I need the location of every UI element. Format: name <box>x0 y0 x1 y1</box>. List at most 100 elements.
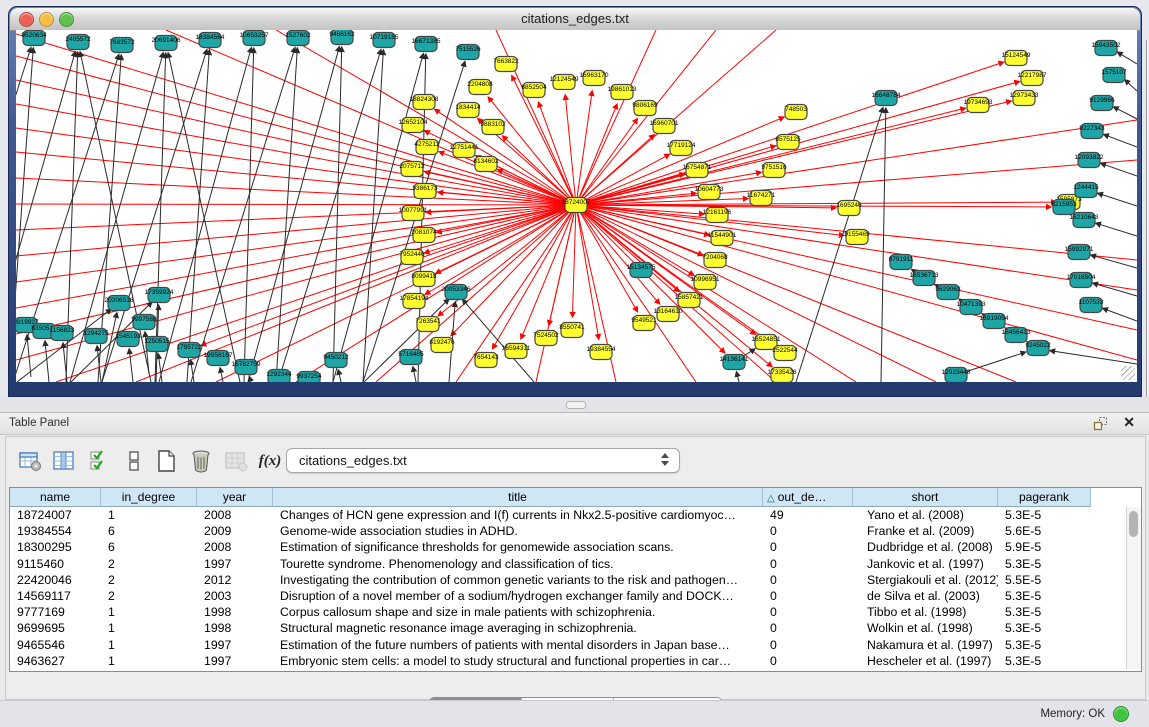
table-cell: 9115460 <box>10 556 101 572</box>
graph-node-label: 1294275 <box>83 330 109 337</box>
row-height-icon[interactable] <box>120 447 148 475</box>
table-row[interactable]: 946362711997Embryonic stem cells: a mode… <box>10 653 1120 669</box>
black-edge <box>102 313 117 382</box>
network-window-titlebar[interactable]: citations_edges.txt <box>10 8 1140 31</box>
column-header-year[interactable]: year <box>197 488 273 507</box>
table-row[interactable]: 946554611997Estimation of the future num… <box>10 637 1120 653</box>
graph-node-label: 9937254 <box>296 373 322 380</box>
table-cell: 5.3E-5 <box>998 556 1091 572</box>
table-row[interactable]: 1456911722003Disruption of a novel membe… <box>10 588 1120 604</box>
table-cell: de Silva et al. (2003) <box>853 588 998 604</box>
graph-node-label: 15124549 <box>1002 52 1031 59</box>
graph-node-label: 7204068 <box>702 254 728 261</box>
table-row[interactable]: 911546021997Tourette syndrome. Phenomeno… <box>10 556 1120 572</box>
column-header-out_de[interactable]: △out_de… <box>763 488 853 507</box>
black-edge <box>1096 223 1137 236</box>
table-cell: Investigating the contribution of common… <box>273 572 763 588</box>
table-cell: 5.5E-5 <box>998 572 1091 588</box>
graph-node-label: 1250515 <box>144 338 170 345</box>
table-cell: 18724007 <box>10 507 101 523</box>
column-header-title[interactable]: title <box>273 488 763 507</box>
column-header-pagerank[interactable]: pagerank <box>998 488 1091 507</box>
application-window: citations_edges.txt 95206342405572768357… <box>0 0 1149 727</box>
graph-node-label: 1795722 <box>176 344 202 351</box>
table-row[interactable]: 1872400712008Changes of HCN gene express… <box>10 507 1120 523</box>
close-panel-icon[interactable]: ✕ <box>1123 414 1135 431</box>
black-edge <box>155 53 166 382</box>
horizontal-splitter[interactable] <box>0 397 1149 412</box>
black-edge <box>1103 308 1137 321</box>
select-columns-icon[interactable] <box>50 447 78 475</box>
table-row[interactable]: 1830029562008Estimation of significance … <box>10 539 1120 555</box>
red-edge <box>166 30 576 205</box>
table-cell: 0 <box>763 637 853 653</box>
column-header-short[interactable]: short <box>853 488 998 507</box>
table-cell: 1998 <box>197 620 273 636</box>
red-edge <box>576 205 936 382</box>
graph-node-label: 13164610 <box>654 308 683 315</box>
black-edge <box>1114 107 1137 119</box>
delete-table-icon[interactable] <box>187 447 215 475</box>
splitter-handle[interactable] <box>566 401 586 409</box>
graph-node-label: 748503 <box>785 106 807 113</box>
scrollbar-thumb[interactable] <box>1129 511 1138 537</box>
black-edge <box>1050 351 1137 364</box>
graph-node-label: 2204808 <box>467 81 493 88</box>
table-row[interactable]: 969969511998Structural magnetic resonanc… <box>10 620 1120 636</box>
red-edge <box>576 205 660 304</box>
black-edge <box>796 108 883 382</box>
graph-node-label: 10996951 <box>691 276 720 283</box>
graph-node-label: 8215953 <box>1051 201 1077 208</box>
graph-node-label: 16648784 <box>872 92 901 99</box>
row-selection-icon[interactable] <box>86 447 114 475</box>
table-cell: 5.3E-5 <box>998 653 1091 669</box>
table-row[interactable]: 977716911998Corpus callosum shape and si… <box>10 604 1120 620</box>
black-edge <box>1098 193 1137 206</box>
table-cell: 2 <box>101 556 197 572</box>
graph-node-label: 17359924 <box>145 289 174 296</box>
column-header-name[interactable]: name <box>10 488 101 507</box>
graph-node-label: 9450212 <box>323 354 349 361</box>
graph-node-label: 7263541 <box>415 318 441 325</box>
graph-node-label: 8575125 <box>775 136 801 143</box>
table-row[interactable]: 1938455462009Genome-wide association stu… <box>10 523 1120 539</box>
red-edge <box>16 205 576 256</box>
graph-node-label: 9629063 <box>935 286 961 293</box>
black-edge <box>45 341 49 382</box>
graph-node-label: 16963170 <box>580 72 609 79</box>
citation-network-graph[interactable]: 9520634240557276835722069140618384564106… <box>16 30 1137 382</box>
table-settings-icon[interactable] <box>16 447 44 475</box>
graph-node-label: 20053346 <box>442 286 471 293</box>
red-edge <box>576 205 774 345</box>
sort-ascending-icon: △ <box>767 493 775 504</box>
table-panel-header: Table Panel ✕ <box>0 412 1149 435</box>
graph-node-label: 8550741 <box>559 324 585 331</box>
graph-node-label: 15134575 <box>627 264 656 271</box>
table-cell: 1 <box>101 653 197 669</box>
graph-node-label: 11674271 <box>747 192 776 199</box>
table-cell: 6 <box>101 523 197 539</box>
float-panel-icon[interactable] <box>1093 416 1109 431</box>
table-row[interactable]: 2242004622012Investigating the contribut… <box>10 572 1120 588</box>
vertical-scrollbar[interactable] <box>1126 507 1141 669</box>
graph-node-label: 7524502 <box>533 332 559 339</box>
table-selector-dropdown[interactable]: citations_edges.txt <box>286 448 680 473</box>
graph-node-label: 15943502 <box>1092 42 1121 49</box>
function-builder-icon[interactable]: f(x) <box>256 447 284 475</box>
table-cell: 1997 <box>197 556 273 572</box>
new-table-icon[interactable] <box>152 447 180 475</box>
graph-node-label: 12093822 <box>1075 154 1104 161</box>
table-cell: 5.3E-5 <box>998 637 1091 653</box>
black-edge <box>244 48 254 382</box>
black-edge <box>1093 283 1137 296</box>
black-edge <box>333 47 342 382</box>
import-table-icon[interactable] <box>222 447 250 475</box>
column-header-in_degree[interactable]: in_degree <box>101 488 197 507</box>
black-edge <box>1125 80 1137 91</box>
resize-grip-icon[interactable] <box>1121 366 1135 380</box>
table-cell: 9463627 <box>10 653 101 669</box>
network-canvas[interactable]: 9520634240557276835722069140618384564106… <box>16 30 1137 382</box>
table-cell: 49 <box>763 507 853 523</box>
graph-node-label: 18384564 <box>196 34 225 41</box>
graph-node-label: 9806169 <box>632 102 658 109</box>
